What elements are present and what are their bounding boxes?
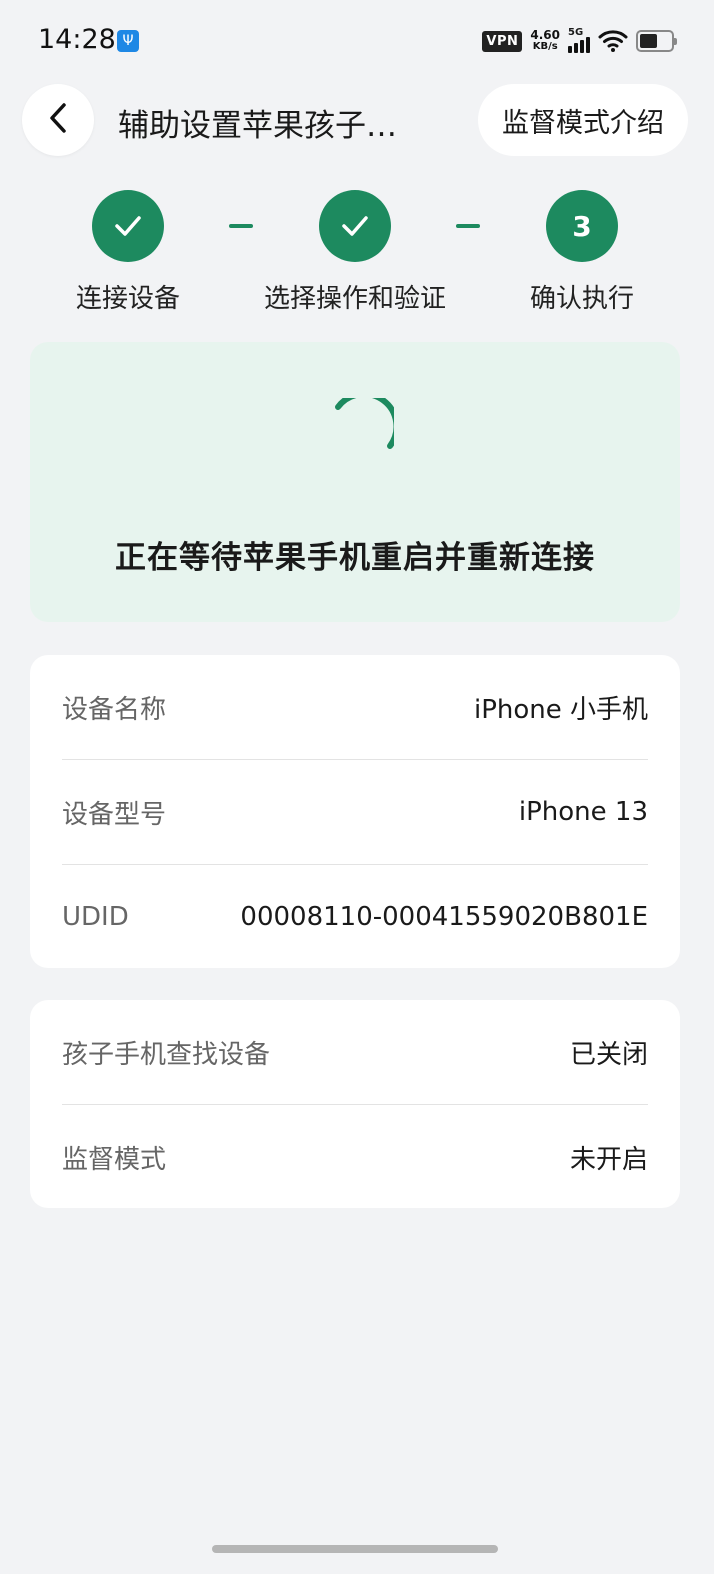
status-icons: VPN 4.60 KB/s 5G [482, 26, 677, 56]
waiting-card: 正在等待苹果手机重启并重新连接 [30, 342, 680, 622]
check-icon [319, 190, 391, 262]
row-value: 已关闭 [569, 1039, 648, 1070]
network-speed: 4.60 KB/s [530, 29, 560, 53]
row-value: 未开启 [569, 1144, 648, 1175]
speed-unit: KB/s [532, 41, 558, 52]
supervision-intro-button[interactable]: 监督模式介绍 [478, 84, 688, 156]
device-name-row: 设备名称 iPhone 小手机 [62, 655, 648, 759]
device-model-row: 设备型号 iPhone 13 [62, 760, 648, 864]
udid-row: UDID 00008110-00041559020B801E [62, 865, 648, 969]
back-button[interactable] [22, 84, 94, 156]
loading-spinner-icon [335, 398, 394, 449]
home-indicator[interactable] [212, 1545, 498, 1553]
row-key: 设备名称 [62, 694, 167, 725]
speed-value: 4.60 [530, 28, 560, 42]
row-key: 监督模式 [62, 1144, 167, 1175]
step-connect-device: 连接设备 [18, 190, 238, 315]
step-number: 3 [546, 190, 618, 262]
step-confirm-execute: 3 确认执行 [472, 190, 692, 315]
vpn-badge: VPN [482, 30, 523, 52]
row-value: iPhone 13 [518, 797, 648, 827]
row-value: 00008110-00041559020B801E [240, 902, 648, 932]
step-label: 连接设备 [75, 284, 180, 314]
page-title: 辅助设置苹果孩子… [118, 108, 397, 144]
cellular-signal-icon: 5G [568, 27, 590, 53]
network-type: 5G [568, 27, 584, 38]
status-bar: 14:28 Ψ VPN 4.60 KB/s 5G [0, 0, 714, 80]
wifi-icon [598, 29, 628, 53]
check-icon [92, 190, 164, 262]
row-key: 孩子手机查找设备 [62, 1039, 271, 1070]
step-select-and-verify: 选择操作和验证 [245, 190, 465, 315]
chevron-left-icon [46, 100, 70, 140]
device-status-card: 孩子手机查找设备 已关闭 监督模式 未开启 [30, 1000, 680, 1208]
step-label: 选择操作和验证 [263, 284, 446, 314]
supervision-mode-row: 监督模式 未开启 [62, 1105, 648, 1209]
status-time: 14:28 [38, 24, 116, 55]
find-my-row: 孩子手机查找设备 已关闭 [62, 1000, 648, 1104]
step-progress: 连接设备 选择操作和验证 3 确认执行 [0, 190, 714, 320]
usb-icon: Ψ [117, 30, 139, 52]
waiting-message: 正在等待苹果手机重启并重新连接 [115, 540, 595, 576]
row-key: UDID [62, 902, 129, 932]
step-label: 确认执行 [529, 284, 634, 314]
device-info-card: 设备名称 iPhone 小手机 设备型号 iPhone 13 UDID 0000… [30, 655, 680, 968]
battery-icon [636, 30, 677, 52]
row-value: iPhone 小手机 [473, 694, 648, 725]
row-key: 设备型号 [62, 799, 167, 830]
